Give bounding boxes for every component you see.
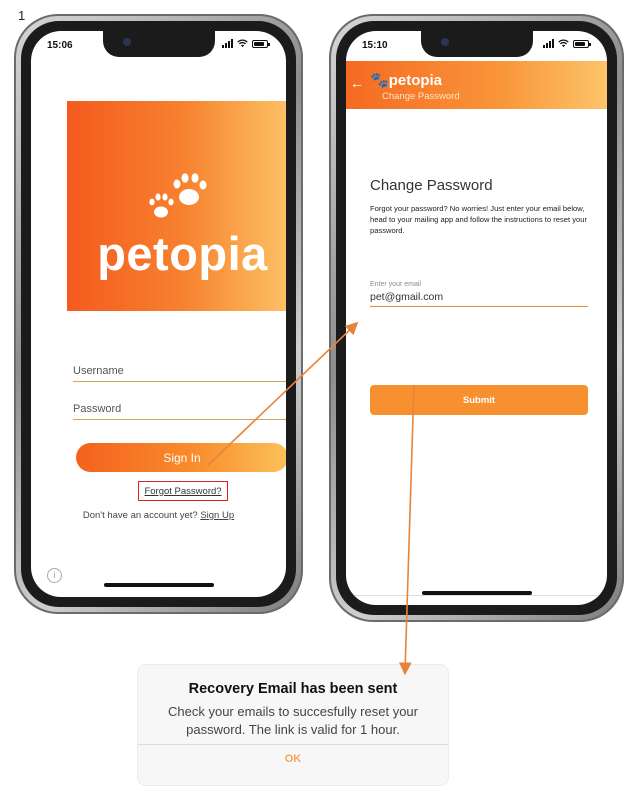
username-underline bbox=[73, 381, 286, 382]
home-indicator bbox=[421, 591, 532, 595]
page-title: Change Password bbox=[370, 177, 493, 194]
step-number: 1 bbox=[18, 8, 26, 23]
status-time: 15:10 bbox=[362, 40, 388, 51]
login-screen: 15:06 petopia Username Password Sign In … bbox=[31, 31, 286, 597]
sign-up-link[interactable]: Sign Up bbox=[200, 510, 234, 521]
change-password-screen: ← 🐾petopia Change Password 15:10 Change … bbox=[346, 31, 607, 605]
login-phone: 15:06 petopia Username Password Sign In … bbox=[14, 14, 303, 614]
home-indicator bbox=[103, 583, 214, 587]
status-time: 15:06 bbox=[47, 40, 73, 51]
app-bar-logo-text: petopia bbox=[388, 72, 443, 89]
username-field[interactable]: Username bbox=[73, 365, 124, 377]
status-icons bbox=[543, 39, 591, 48]
signal-icon bbox=[222, 39, 233, 48]
change-password-phone: ← 🐾petopia Change Password 15:10 Change … bbox=[329, 14, 624, 622]
recovery-email-dialog: Recovery Email has been sent Check your … bbox=[138, 665, 448, 785]
no-account-text: Don't have an account yet? bbox=[82, 510, 198, 521]
password-field[interactable]: Password bbox=[73, 403, 121, 415]
app-bar: ← 🐾petopia Change Password bbox=[346, 61, 607, 109]
wifi-icon bbox=[237, 39, 248, 48]
phone-notch bbox=[420, 31, 533, 57]
forgot-password-link[interactable]: Forgot Password? bbox=[138, 481, 228, 501]
bottom-divider bbox=[346, 595, 607, 596]
status-icons bbox=[222, 39, 270, 48]
signup-prompt: Don't have an account yet? Sign Up bbox=[31, 510, 286, 521]
dialog-message: Check your emails to succesfully reset y… bbox=[168, 704, 418, 738]
dialog-divider bbox=[138, 744, 448, 745]
email-field-label: Enter your email bbox=[370, 281, 421, 288]
wifi-icon bbox=[558, 39, 569, 48]
ok-button[interactable]: OK bbox=[138, 753, 448, 765]
info-icon[interactable]: i bbox=[47, 568, 62, 583]
dialog-title: Recovery Email has been sent bbox=[188, 681, 398, 697]
petopia-logo: petopia bbox=[67, 101, 286, 311]
sign-in-button[interactable]: Sign In bbox=[76, 443, 286, 472]
battery-icon bbox=[573, 39, 591, 48]
back-arrow-icon[interactable]: ← bbox=[350, 75, 364, 91]
paw-prints-icon bbox=[149, 173, 207, 218]
app-bar-logo: 🐾petopia bbox=[370, 71, 442, 89]
email-field[interactable]: pet@gmail.com bbox=[370, 291, 443, 303]
paw-icon: 🐾 bbox=[370, 72, 389, 89]
phone-notch bbox=[102, 31, 215, 57]
logo-wordmark: petopia bbox=[97, 227, 268, 280]
signal-icon bbox=[543, 39, 554, 48]
password-underline bbox=[73, 419, 286, 420]
app-bar-subtitle: Change Password bbox=[382, 91, 460, 102]
submit-button[interactable]: Submit bbox=[370, 385, 588, 415]
instructions-text: Forgot your password? No worries! Just e… bbox=[370, 204, 587, 235]
battery-icon bbox=[252, 39, 270, 48]
email-underline bbox=[370, 306, 588, 307]
